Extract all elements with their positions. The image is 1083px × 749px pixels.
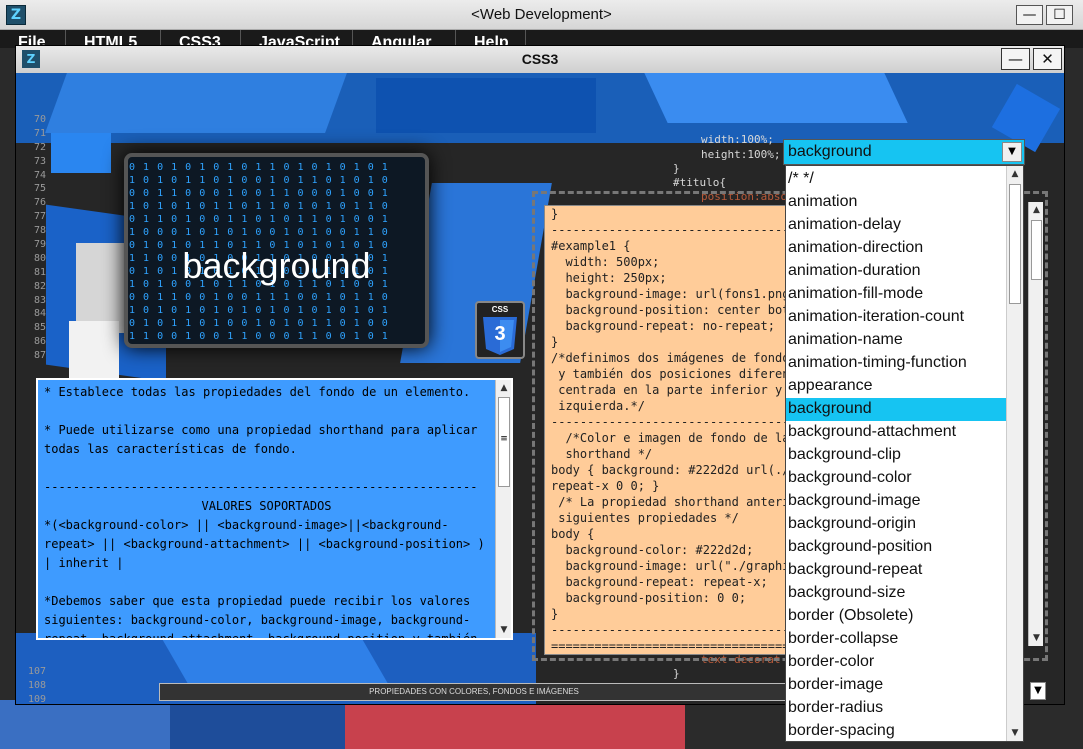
grip-icon: ≡ xyxy=(500,434,508,444)
dropdown-option[interactable]: border-radius xyxy=(786,697,1007,720)
description-paragraph: * Puede utilizarse como una propiedad sh… xyxy=(44,423,478,456)
section-status-bar: PROPIEDADES CON COLORES, FONDOS E IMÁGEN… xyxy=(159,683,789,701)
dropdown-option[interactable]: background-size xyxy=(786,582,1007,605)
dropdown-option[interactable]: animation-timing-function xyxy=(786,352,1007,375)
dropdown-option[interactable]: background-color xyxy=(786,467,1007,490)
decor-shape xyxy=(45,73,347,133)
description-paragraph: *Debemos saber que esta propiedad puede … xyxy=(44,594,477,638)
scroll-up-icon[interactable]: ▲ xyxy=(496,380,512,396)
app-title: <Web Development> xyxy=(471,6,612,23)
dropdown-option[interactable]: background-origin xyxy=(786,513,1007,536)
dropdown-option[interactable]: animation-delay xyxy=(786,214,1007,237)
window-title: CSS3 xyxy=(521,51,559,67)
scroll-up-icon[interactable]: ▲ xyxy=(1029,202,1044,218)
description-divider: ----------------------------------------… xyxy=(44,480,478,494)
property-description-panel[interactable]: * Establece todas las propiedades del fo… xyxy=(36,378,513,640)
dropdown-option[interactable]: border (Obsolete) xyxy=(786,605,1007,628)
background-code-line: } xyxy=(673,667,680,680)
description-paragraph: * Establece todas las propiedades del fo… xyxy=(44,385,471,399)
decor-shape xyxy=(69,321,119,381)
dropdown-option[interactable]: /* */ xyxy=(786,168,1007,191)
dropdown-option[interactable]: animation xyxy=(786,191,1007,214)
dropdown-option[interactable]: animation-iteration-count xyxy=(786,306,1007,329)
property-hero-card: 0 1 0 1 0 1 0 1 0 1 1 0 1 0 1 0 1 0 1 1 … xyxy=(124,153,429,348)
background-code-line: width:100%; xyxy=(701,133,774,146)
dropdown-option[interactable]: border-spacing xyxy=(786,720,1007,741)
background-code-line: height:100%; xyxy=(701,148,781,161)
dropdown-option[interactable]: appearance xyxy=(786,375,1007,398)
code-frame-scrollbar[interactable]: ▲ ▼ xyxy=(1028,202,1043,646)
dropdown-option[interactable]: border-collapse xyxy=(786,628,1007,651)
scroll-down-icon[interactable]: ▼ xyxy=(1029,630,1044,646)
app-titlebar: Z <Web Development> — ☐ xyxy=(0,0,1083,30)
property-selector-value: background xyxy=(788,143,872,160)
scroll-thumb[interactable] xyxy=(1009,184,1021,304)
scroll-thumb[interactable]: ≡ xyxy=(498,397,510,487)
css3-logo-icon: CSS 3 xyxy=(475,301,525,359)
dropdown-scrollbar[interactable]: ▲ ▼ xyxy=(1006,166,1023,741)
dropdown-option[interactable]: animation-fill-mode xyxy=(786,283,1007,306)
dropdown-option[interactable]: animation-duration xyxy=(786,260,1007,283)
background-code-line: } xyxy=(673,162,680,175)
decor-shape xyxy=(644,73,908,123)
minimize-button[interactable]: — xyxy=(1016,5,1043,25)
scroll-thumb[interactable] xyxy=(1031,220,1042,280)
dropdown-option[interactable]: background xyxy=(786,398,1007,421)
description-heading: VALORES SOPORTADOS xyxy=(201,499,332,513)
scroll-down-icon[interactable]: ▼ xyxy=(496,622,512,638)
dropdown-option[interactable]: background-position xyxy=(786,536,1007,559)
dropdown-option[interactable]: background-image xyxy=(786,490,1007,513)
dropdown-option[interactable]: background-attachment xyxy=(786,421,1007,444)
window-close-button[interactable]: ✕ xyxy=(1033,48,1062,70)
backdrop-shape xyxy=(345,700,685,749)
property-selector[interactable]: background ▼ xyxy=(783,139,1025,165)
scroll-down-icon[interactable]: ▼ xyxy=(1007,725,1023,741)
dropdown-option[interactable]: border-image xyxy=(786,674,1007,697)
css3-logo-label: CSS xyxy=(491,305,509,314)
line-number-gutter-bottom: 107 108 109 xyxy=(27,666,46,704)
dropdown-option[interactable]: background-repeat xyxy=(786,559,1007,582)
dropdown-option[interactable]: background-clip xyxy=(786,444,1007,467)
decor-shape xyxy=(51,133,111,173)
dropdown-option[interactable]: animation-name xyxy=(786,329,1007,352)
backdrop-shape xyxy=(0,700,170,749)
description-scrollbar[interactable]: ▲ ≡ ▼ xyxy=(495,380,511,638)
css-code-example[interactable]: } ---------------------------------- #ex… xyxy=(544,205,804,655)
backdrop-shape xyxy=(170,700,345,749)
css3-logo-number: 3 xyxy=(494,323,506,345)
description-paragraph: *(<background-color> || <background-imag… xyxy=(44,518,485,570)
background-code-line: #titulo{ xyxy=(673,176,726,189)
scroll-up-icon[interactable]: ▲ xyxy=(1007,166,1023,182)
property-dropdown-list[interactable]: /* */animation animation-delay animation-d… xyxy=(785,165,1024,742)
window-minimize-button[interactable]: — xyxy=(1001,48,1030,70)
css3-window-titlebar: Z CSS3 — ✕ xyxy=(16,46,1064,73)
dropdown-option[interactable]: animation-direction xyxy=(786,237,1007,260)
dropdown-option[interactable]: border-color xyxy=(786,651,1007,674)
decor-shape xyxy=(376,78,596,133)
property-title: background xyxy=(182,245,371,286)
maximize-button[interactable]: ☐ xyxy=(1046,5,1073,25)
chevron-down-icon[interactable]: ▼ xyxy=(1030,682,1046,700)
chevron-down-icon[interactable]: ▼ xyxy=(1002,142,1022,162)
